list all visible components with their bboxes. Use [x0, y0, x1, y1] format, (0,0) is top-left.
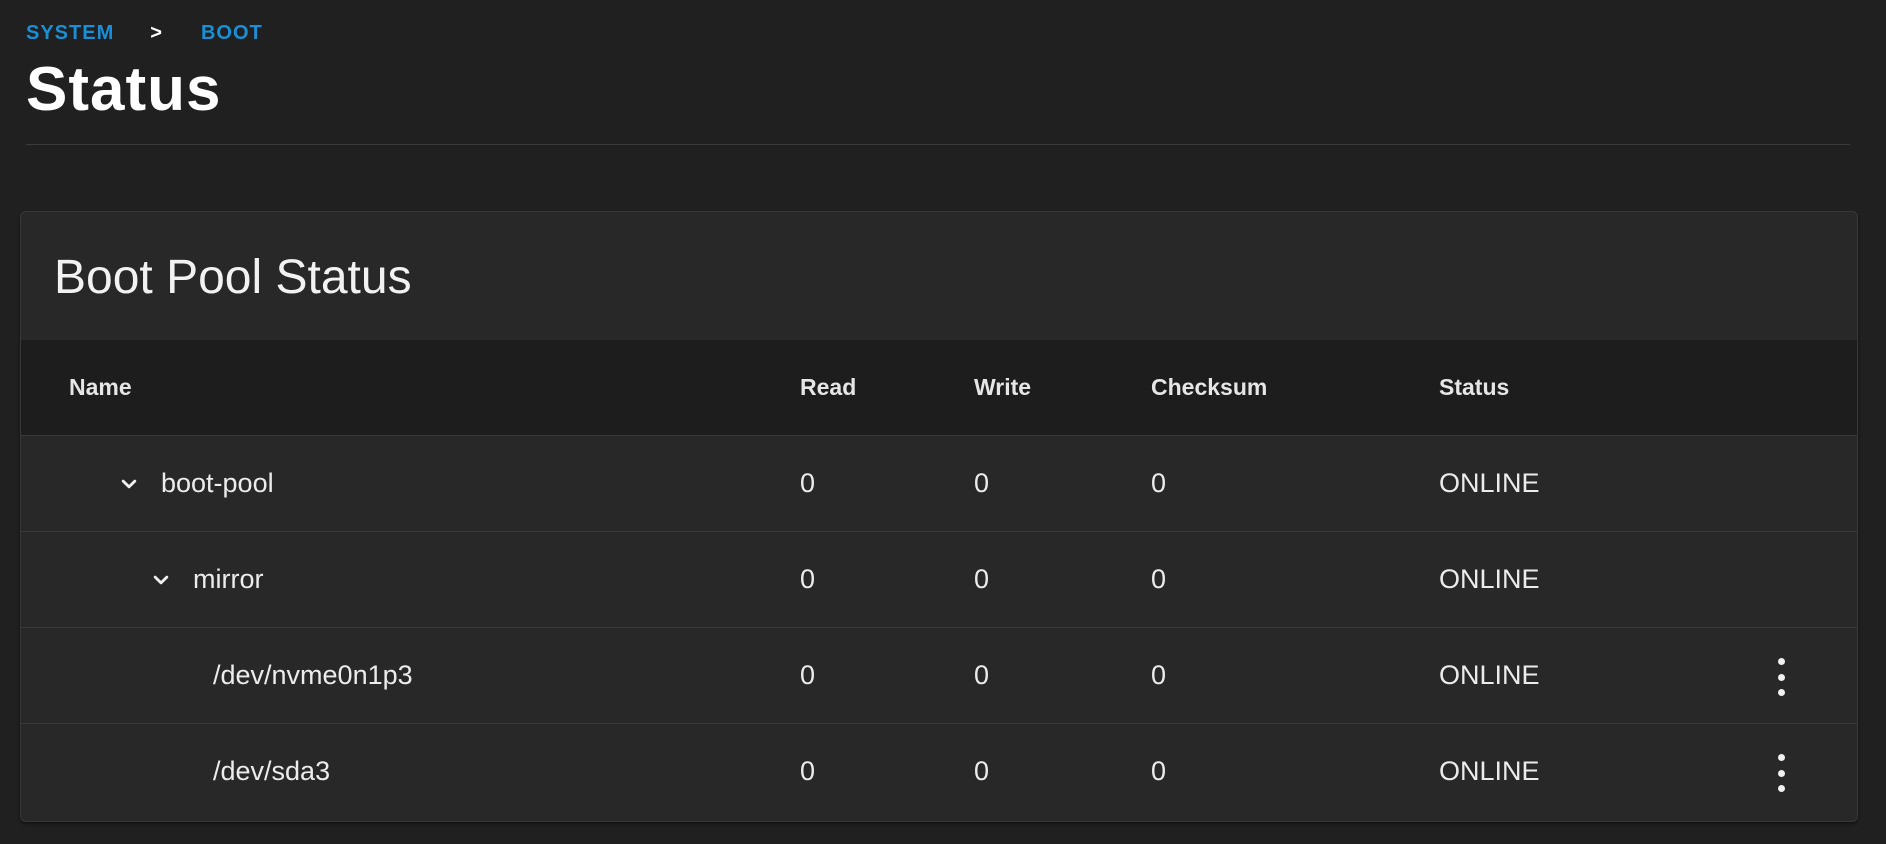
- status-cell: ONLINE: [1439, 660, 1540, 690]
- card-title: Boot Pool Status: [54, 251, 412, 304]
- table-header: Name Read Write Checksum Status: [21, 340, 1857, 436]
- boot-pool-table: Name Read Write Checksum Status boot-poo…: [21, 340, 1857, 819]
- row-name: /dev/nvme0n1p3: [213, 660, 413, 690]
- write-cell: 0: [974, 756, 990, 786]
- status-cell: ONLINE: [1439, 756, 1540, 786]
- name-cell: mirror: [69, 532, 263, 627]
- page-title: Status: [26, 55, 222, 124]
- more-vert-icon[interactable]: [1769, 658, 1793, 696]
- row-name: boot-pool: [161, 468, 274, 498]
- breadcrumb: SYSTEM > BOOT: [26, 18, 1850, 48]
- column-header-name[interactable]: Name: [69, 340, 132, 435]
- column-header-write[interactable]: Write: [974, 340, 1031, 435]
- row-name: mirror: [193, 564, 264, 594]
- status-cell: ONLINE: [1439, 468, 1540, 498]
- write-cell: 0: [974, 564, 990, 594]
- checksum-cell: 0: [1151, 756, 1167, 786]
- more-vert-icon[interactable]: [1769, 754, 1793, 792]
- table-row[interactable]: mirror 0 0 0 ONLINE: [21, 532, 1857, 628]
- chevron-down-icon[interactable]: [111, 466, 147, 502]
- checksum-cell: 0: [1151, 564, 1167, 594]
- page-header: SYSTEM > BOOT Status: [26, 18, 1850, 126]
- checksum-cell: 0: [1151, 468, 1167, 498]
- chevron-down-icon[interactable]: [143, 562, 179, 598]
- breadcrumb-boot[interactable]: BOOT: [201, 22, 263, 45]
- table-row[interactable]: /dev/nvme0n1p3 0 0 0 ONLINE: [21, 628, 1857, 724]
- read-cell: 0: [800, 468, 816, 498]
- table-row[interactable]: /dev/sda3 0 0 0 ONLINE: [21, 724, 1857, 819]
- write-cell: 0: [974, 468, 990, 498]
- read-cell: 0: [800, 756, 816, 786]
- read-cell: 0: [800, 660, 816, 690]
- breadcrumb-system[interactable]: SYSTEM: [26, 22, 114, 45]
- name-cell: boot-pool: [69, 436, 274, 531]
- column-header-status[interactable]: Status: [1439, 340, 1509, 435]
- status-cell: ONLINE: [1439, 564, 1540, 594]
- checksum-cell: 0: [1151, 660, 1167, 690]
- header-divider: [26, 144, 1850, 145]
- table-row[interactable]: boot-pool 0 0 0 ONLINE: [21, 436, 1857, 532]
- read-cell: 0: [800, 564, 816, 594]
- write-cell: 0: [974, 660, 990, 690]
- column-header-read[interactable]: Read: [800, 340, 856, 435]
- breadcrumb-separator: >: [150, 21, 163, 44]
- boot-pool-status-card: Boot Pool Status Name Read Write Checksu…: [20, 211, 1858, 822]
- column-header-checksum[interactable]: Checksum: [1151, 340, 1267, 435]
- row-name: /dev/sda3: [213, 756, 331, 786]
